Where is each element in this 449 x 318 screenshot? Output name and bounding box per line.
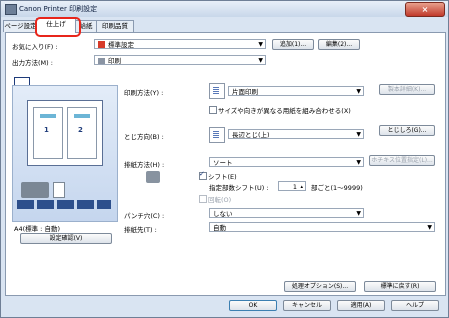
page-number: 2 — [78, 126, 83, 134]
ok-button[interactable]: OK — [229, 300, 277, 311]
binding-combo[interactable]: 長辺とじ(上) ▼ — [228, 129, 364, 139]
output-tray-value: 自動 — [213, 224, 226, 232]
processing-options-button[interactable]: 処理オプション(S)... — [284, 281, 356, 292]
cancel-button[interactable]: キャンセル — [283, 300, 331, 311]
print-settings-window: Canon Printer 印刷設定 × ページ設定 仕上げ 給紙 印刷品質 お… — [0, 0, 449, 318]
chevron-down-icon: ▼ — [258, 57, 263, 64]
confirm-settings-button[interactable]: 設定確認(V) — [20, 233, 112, 244]
printer-icon — [5, 4, 17, 15]
tab-finishing[interactable]: 仕上げ — [36, 18, 76, 33]
preview-sheet: 1 2 — [27, 100, 103, 166]
finishing-panel: お気に入り(F) : 標準設定 ▼ 追加(1)... 編集(2)... 出力方法… — [5, 32, 446, 296]
printer-stack-icon — [21, 182, 49, 198]
output-value: 印刷 — [108, 57, 121, 65]
chevron-down-icon: ▼ — [356, 88, 361, 95]
tab-bar: ページ設定 仕上げ 給紙 印刷品質 — [1, 18, 448, 33]
mixed-size-checkbox[interactable] — [209, 106, 217, 114]
booklet-details-button[interactable]: 製本詳細(K)... — [379, 84, 435, 95]
print-method-combo[interactable]: 片面印刷 ▼ — [228, 86, 364, 96]
shift-count-value: 1 — [292, 183, 297, 191]
favorites-label: お気に入り(F) : — [12, 43, 58, 51]
apply-button[interactable]: 適用(A) — [337, 300, 385, 311]
shift-checkbox[interactable] — [199, 170, 207, 180]
document-icon — [53, 182, 65, 198]
spin-icon[interactable]: ▴ — [300, 182, 303, 190]
tab-paper-source[interactable]: 給紙 — [75, 20, 97, 32]
chevron-down-icon: ▼ — [356, 210, 361, 217]
shift-label: シフト(E) — [208, 173, 237, 181]
title-bar: Canon Printer 印刷設定 × — [1, 1, 448, 17]
shift-count-label: 指定部数シフト(U) : — [209, 184, 269, 192]
paper-size-status: A4(標準 : 自動) — [14, 225, 60, 233]
print-method-label: 印刷方法(Y) : — [124, 89, 164, 97]
favorites-value: 標準設定 — [108, 41, 134, 49]
rotate-label: 回転(O) — [208, 196, 232, 204]
chevron-down-icon: ▼ — [258, 41, 263, 48]
output-label: 出力方法(M) : — [12, 59, 53, 67]
one-sided-icon — [209, 83, 225, 99]
favorites-combo[interactable]: 標準設定 ▼ — [94, 39, 266, 49]
preview-page-1: 1 — [33, 107, 63, 159]
discharge-combo[interactable]: ソート ▼ — [209, 157, 364, 167]
print-method-value: 片面印刷 — [232, 88, 258, 96]
preview-area: 1 2 — [12, 85, 118, 222]
finishing-icons-row — [17, 200, 113, 210]
window-title: Canon Printer 印刷設定 — [19, 5, 98, 13]
binding-label: とじ方向(B) : — [124, 133, 164, 141]
binding-value: 長辺とじ(上) — [232, 131, 270, 139]
sort-stack-icon — [146, 171, 160, 183]
edit-favorite-button[interactable]: 編集(2)... — [318, 39, 360, 50]
discharge-value: ソート — [213, 159, 233, 167]
output-tray-label: 排紙先(T) : — [124, 226, 157, 234]
output-combo[interactable]: 印刷 ▼ — [94, 55, 266, 65]
booklet-icon[interactable] — [77, 200, 94, 209]
tab-print-quality[interactable]: 印刷品質 — [96, 20, 134, 32]
discharge-label: 排紙方法(H) : — [124, 161, 165, 169]
tab-page-setup[interactable]: ページ設定 — [3, 20, 38, 32]
restore-defaults-button[interactable]: 標準に戻す(R) — [364, 281, 436, 292]
rotate-checkbox[interactable] — [199, 195, 207, 203]
fold-icon[interactable] — [57, 200, 74, 209]
shift-count-input[interactable]: 1 ▴ — [278, 181, 306, 191]
close-button[interactable]: × — [405, 2, 445, 17]
staple-position-button[interactable]: ホチキス位置指定(L)... — [369, 155, 435, 166]
staple-icon[interactable] — [17, 200, 34, 209]
punch-icon[interactable] — [37, 200, 54, 209]
favorite-icon — [98, 41, 105, 48]
shift-count-unit: 部ごと(1〜9999) — [311, 184, 363, 192]
chevron-down-icon: ▼ — [356, 131, 361, 138]
binding-top-icon — [209, 127, 225, 143]
punch-combo[interactable]: しない ▼ — [209, 208, 364, 218]
chevron-down-icon: ▼ — [356, 159, 361, 166]
add-favorite-button[interactable]: 追加(1)... — [272, 39, 314, 50]
chevron-down-icon: ▼ — [427, 224, 432, 231]
binding-margin-button[interactable]: とじしろ(G)... — [379, 125, 435, 136]
punch-value: しない — [213, 210, 233, 218]
page-number: 1 — [44, 126, 49, 134]
sort-icon[interactable] — [97, 200, 111, 209]
punch-label: パンチ穴(C) : — [124, 212, 165, 220]
printer-small-icon — [98, 58, 105, 64]
dialog-footer: OK キャンセル 適用(A) ヘルプ — [1, 297, 448, 317]
help-button[interactable]: ヘルプ — [391, 300, 439, 311]
preview-page-2: 2 — [67, 107, 97, 159]
output-tray-combo[interactable]: 自動 ▼ — [209, 222, 435, 232]
mixed-size-label: サイズや向きが異なる用紙を組み合わせる(X) — [218, 107, 351, 115]
